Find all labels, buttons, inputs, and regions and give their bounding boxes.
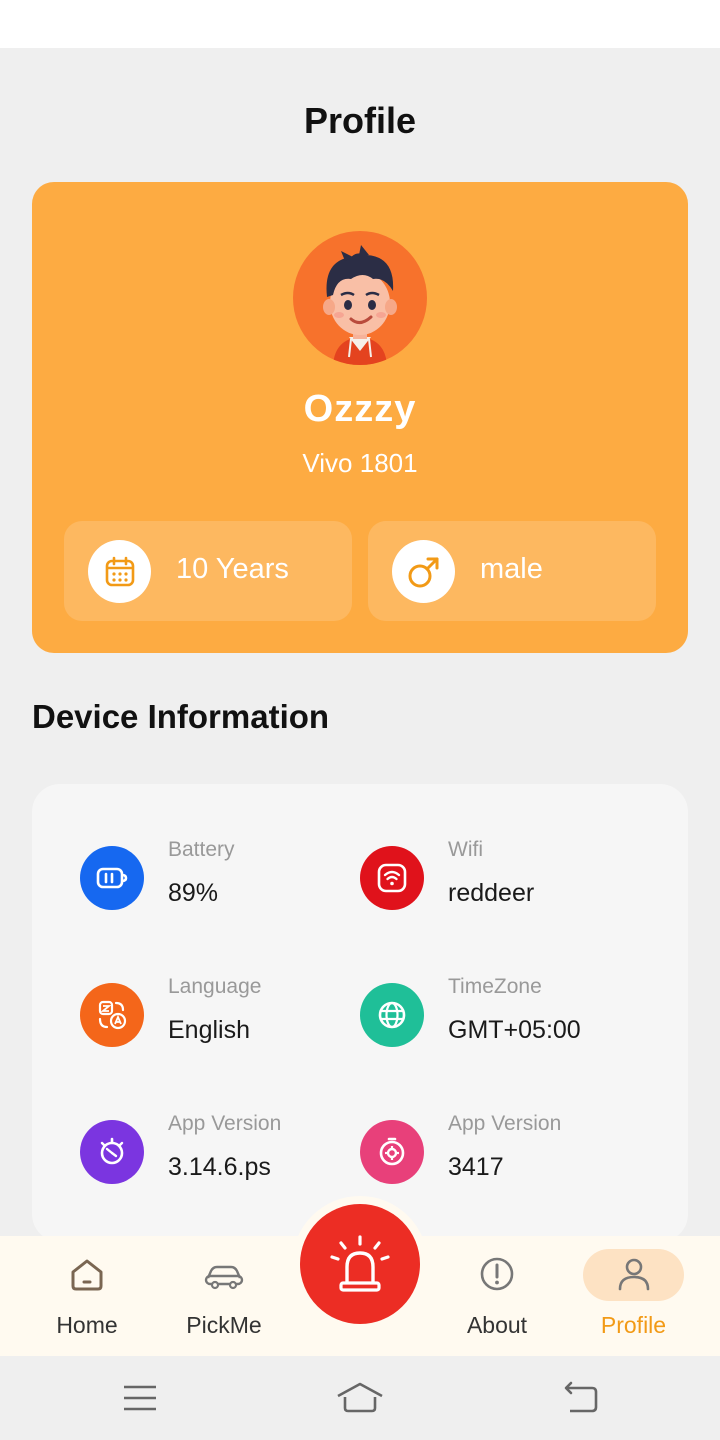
nav-label-home: Home	[56, 1312, 118, 1338]
car-icon	[204, 1265, 244, 1290]
info-icon	[480, 1257, 514, 1291]
language-value: English	[168, 1016, 250, 1044]
timezone-value: GMT+05:00	[448, 1016, 581, 1044]
translate-icon	[80, 983, 144, 1047]
user-icon	[618, 1258, 649, 1291]
globe-icon	[360, 983, 424, 1047]
alarm-siren-icon	[330, 1235, 390, 1292]
age-label: 10 Years	[176, 553, 289, 585]
wifi-value: reddeer	[448, 879, 535, 907]
profile-device-model: Vivo 1801	[302, 448, 418, 478]
language-label: Language	[168, 975, 262, 998]
wifi-label: Wifi	[448, 838, 483, 861]
profile-name: Ozzzy	[303, 388, 417, 430]
calendar-icon	[88, 540, 151, 603]
system-home-icon[interactable]	[336, 1380, 384, 1416]
battery-value: 89%	[168, 879, 219, 907]
device-info-card: Battery 89% Wifi reddeer Language Englis…	[32, 784, 688, 1242]
info-item-timezone: TimeZone GMT+05:00	[360, 975, 660, 1055]
status-bar	[0, 0, 720, 48]
nav-item-home[interactable]: Home	[22, 1236, 152, 1356]
info-item-battery: Battery 89%	[80, 838, 380, 918]
gender-label: male	[480, 553, 543, 585]
info-item-app-build: App Version 3417	[360, 1112, 660, 1192]
info-item-language: Language English	[80, 975, 380, 1055]
home-icon	[71, 1259, 103, 1291]
app-version-label: App Version	[168, 1112, 282, 1135]
nav-label-profile: Profile	[600, 1312, 667, 1338]
avatar-boy-icon	[323, 245, 397, 365]
app-build-value: 3417	[448, 1153, 504, 1181]
sos-alarm-button[interactable]	[300, 1204, 420, 1324]
age-chip: 10 Years	[64, 521, 352, 621]
back-icon[interactable]	[560, 1380, 600, 1416]
timer-icon	[80, 1120, 144, 1184]
info-item-app-version: App Version 3.14.6.ps	[80, 1112, 380, 1192]
profile-page: Profile Ozzzy Vivo 1801 10 Years male De…	[0, 48, 720, 1440]
battery-label: Battery	[168, 838, 235, 861]
app-version-value: 3.14.6.ps	[168, 1153, 271, 1181]
male-symbol-icon	[392, 540, 455, 603]
timezone-label: TimeZone	[448, 975, 542, 998]
profile-card: Ozzzy Vivo 1801 10 Years male	[32, 182, 688, 653]
system-navigation-bar	[0, 1356, 720, 1440]
nav-item-profile[interactable]: Profile	[583, 1236, 684, 1356]
nav-item-about[interactable]: About	[432, 1236, 562, 1356]
gear-clock-icon	[360, 1120, 424, 1184]
section-title-device-information: Device Information	[32, 698, 330, 735]
wifi-icon	[360, 846, 424, 910]
gender-chip: male	[368, 521, 656, 621]
page-title: Profile	[303, 100, 417, 141]
nav-label-pickme: PickMe	[186, 1312, 262, 1338]
nav-label-about: About	[466, 1312, 528, 1338]
info-item-wifi: Wifi reddeer	[360, 838, 660, 918]
battery-icon	[80, 846, 144, 910]
nav-item-pickme[interactable]: PickMe	[159, 1236, 289, 1356]
menu-icon[interactable]	[122, 1380, 158, 1416]
app-build-label: App Version	[448, 1112, 562, 1135]
avatar[interactable]	[293, 231, 427, 365]
